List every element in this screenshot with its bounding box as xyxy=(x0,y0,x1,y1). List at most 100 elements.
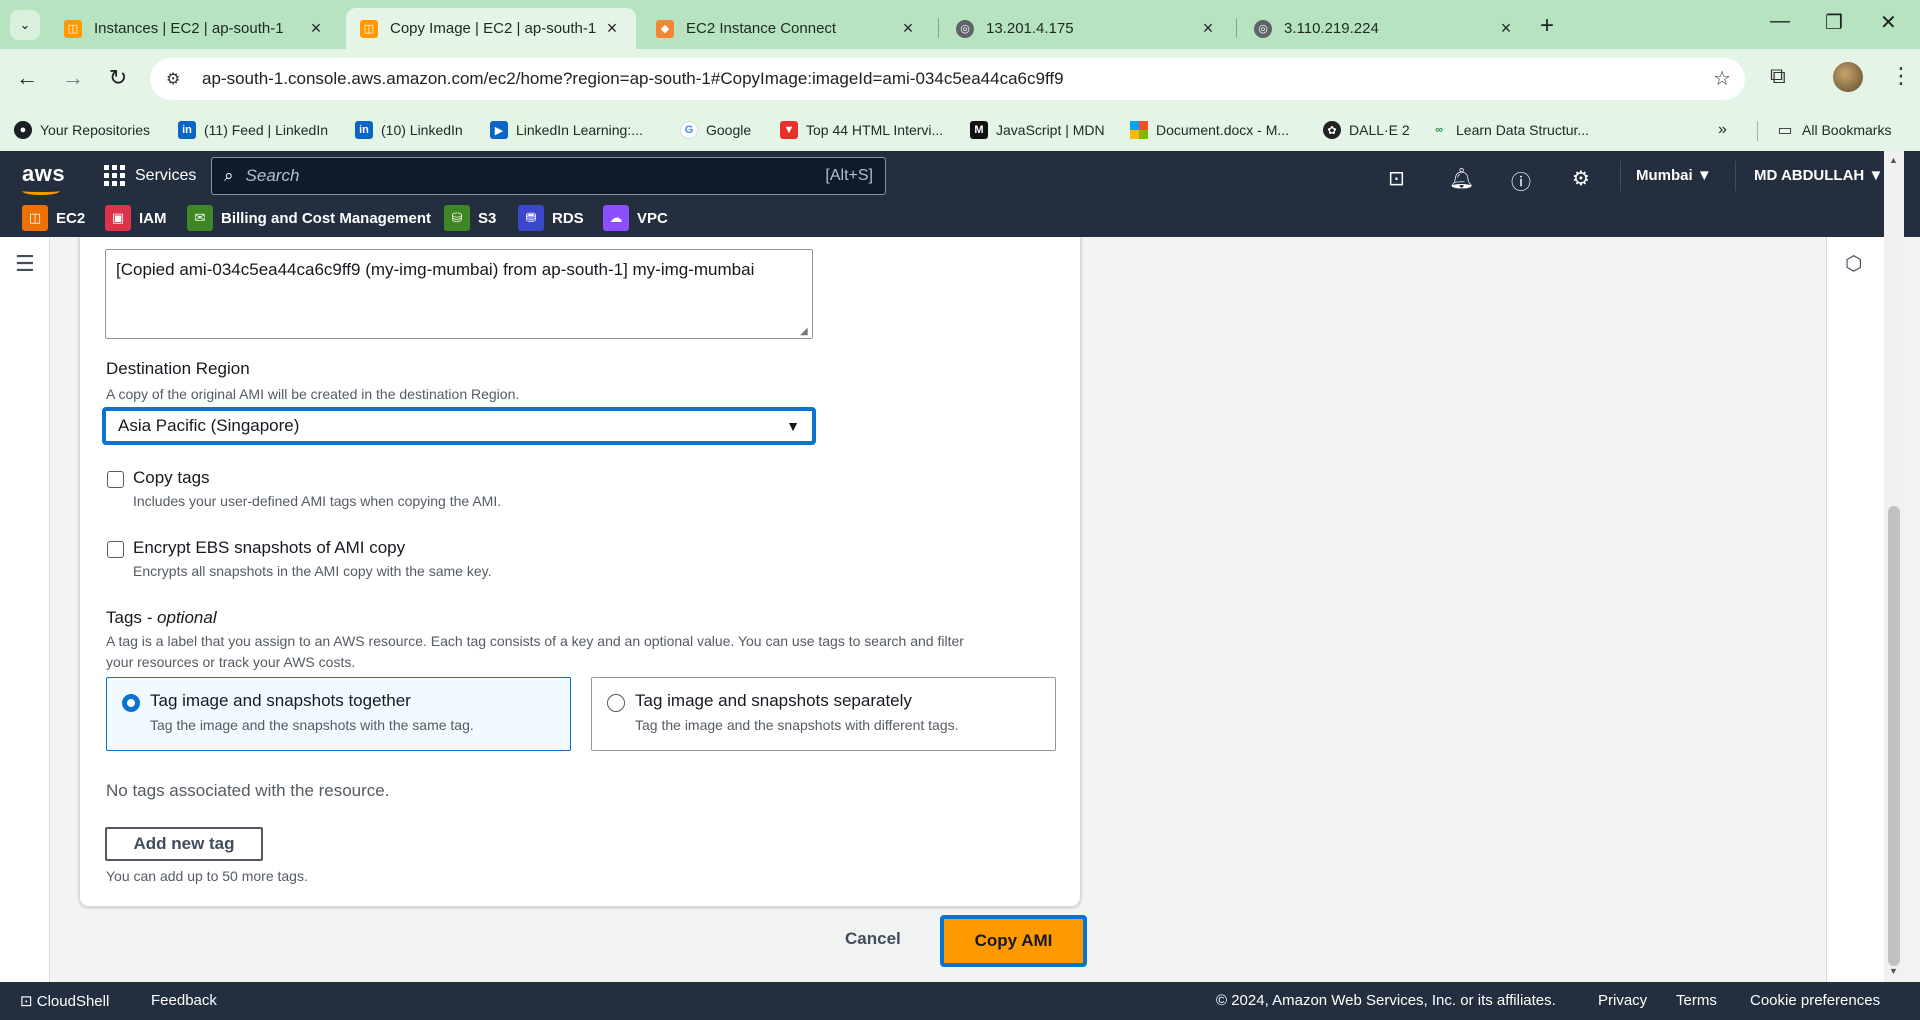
encrypt-snapshots-checkbox[interactable] xyxy=(107,541,124,558)
reload-icon[interactable]: ↻ xyxy=(103,65,133,91)
gfg-icon: ∞ xyxy=(1435,124,1443,136)
more-bookmarks-chevron-icon[interactable]: » xyxy=(1718,121,1727,139)
tab-search-button[interactable]: ⌄ xyxy=(10,10,40,40)
notifications-bell-icon[interactable]: 🔔︎ xyxy=(1449,166,1474,191)
iam-icon: ▣ xyxy=(105,205,131,231)
favorite-ec2[interactable]: ◫ EC2 xyxy=(22,205,85,231)
settings-gear-icon[interactable]: ⚙ xyxy=(1572,166,1590,191)
scrollbar-thumb[interactable] xyxy=(1888,506,1900,966)
feedback-link[interactable]: Feedback xyxy=(151,992,217,1009)
region-selector[interactable]: Mumbai ▼ xyxy=(1636,167,1712,184)
terminal-icon: ⊡ xyxy=(20,993,37,1010)
tools-info-icon[interactable]: ⬡ xyxy=(1845,251,1862,276)
site-info-icon[interactable]: ⚙ xyxy=(166,69,188,89)
chevron-down-icon: ⌄ xyxy=(19,17,31,32)
hamburger-menu-icon[interactable]: ☰ xyxy=(15,251,35,277)
back-arrow-icon[interactable]: ← xyxy=(12,65,42,91)
bookmark-item[interactable]: M JavaScript | MDN xyxy=(970,121,1105,139)
close-icon[interactable]: × xyxy=(1198,18,1218,39)
radio-tag-separately[interactable]: Tag image and snapshots separately Tag t… xyxy=(591,677,1056,751)
browser-menu-icon[interactable]: ⋮ xyxy=(1890,63,1912,89)
bookmark-star-icon[interactable]: ☆ xyxy=(1713,66,1731,91)
window-close-icon[interactable]: ✕ xyxy=(1880,10,1897,35)
favorite-billing[interactable]: ✉ Billing and Cost Management xyxy=(187,205,431,231)
destination-region-select[interactable]: Asia Pacific (Singapore) ▼ xyxy=(102,407,816,445)
aws-ec2-favicon-icon: ◫ xyxy=(360,19,378,38)
bookmark-item[interactable]: ▼ Top 44 HTML Intervi... xyxy=(780,121,943,139)
minimize-icon[interactable]: — xyxy=(1770,10,1790,33)
services-menu-button[interactable]: Services xyxy=(104,165,196,186)
all-bookmarks-button[interactable]: ▭ All Bookmarks xyxy=(1776,121,1891,139)
browser-tab[interactable]: ◫ Instances | EC2 | ap-south-1 × xyxy=(50,8,340,49)
aws-search-input[interactable] xyxy=(245,166,786,186)
radio-button-selected[interactable] xyxy=(122,694,140,712)
scroll-down-icon[interactable]: ▼ xyxy=(1889,966,1898,976)
destination-region-value: Asia Pacific (Singapore) xyxy=(118,416,300,435)
favorite-s3[interactable]: ⛁ S3 xyxy=(444,205,496,231)
favorite-iam[interactable]: ▣ IAM xyxy=(105,205,167,231)
bookmark-item[interactable]: ▶ LinkedIn Learning:... xyxy=(490,121,643,139)
bookmark-item[interactable]: in (10) LinkedIn xyxy=(355,121,463,139)
terms-link[interactable]: Terms xyxy=(1676,992,1717,1009)
bookmark-item[interactable]: ● Your Repositories xyxy=(14,121,150,139)
cloudshell-button[interactable]: ⊡ CloudShell xyxy=(20,992,109,1010)
resize-handle-icon[interactable]: ◢ xyxy=(800,326,808,337)
profile-avatar[interactable] xyxy=(1833,62,1863,92)
cloudshell-terminal-icon[interactable]: ⊡ xyxy=(1388,166,1405,191)
browser-tab[interactable]: ◎ 13.201.4.175 × xyxy=(942,8,1232,49)
billing-icon: ✉ xyxy=(187,205,213,231)
aws-smile-icon xyxy=(22,187,60,195)
v-icon: ▼ xyxy=(780,121,798,139)
privacy-link[interactable]: Privacy xyxy=(1598,992,1647,1009)
console-footer: ⊡ CloudShell Feedback © 2024, Amazon Web… xyxy=(0,982,1920,1020)
search-icon: ⌕ xyxy=(224,166,234,185)
bookmark-item[interactable]: G Google xyxy=(680,121,751,139)
restore-icon[interactable]: ❐ xyxy=(1825,10,1843,35)
close-icon[interactable]: × xyxy=(602,18,622,39)
help-icon[interactable]: ⓘ xyxy=(1511,166,1531,195)
bookmark-item[interactable]: in (11) Feed | LinkedIn xyxy=(178,121,328,139)
scroll-up-icon[interactable]: ▲ xyxy=(1889,155,1898,165)
add-new-tag-button[interactable]: Add new tag xyxy=(105,827,263,861)
aws-logo[interactable]: aws xyxy=(22,161,65,195)
copy-ami-button[interactable]: Copy AMI xyxy=(940,915,1087,967)
close-icon[interactable]: × xyxy=(306,18,326,39)
browser-toolbar: ← → ↻ ⚙ ap-south-1.console.aws.amazon.co… xyxy=(0,49,1920,109)
cancel-button[interactable]: Cancel xyxy=(845,929,901,949)
url-text: ap-south-1.console.aws.amazon.com/ec2/ho… xyxy=(202,69,1064,88)
aws-search-box[interactable]: ⌕ [Alt+S] xyxy=(211,157,886,195)
cookie-preferences-link[interactable]: Cookie preferences xyxy=(1750,992,1880,1009)
new-tab-plus-icon[interactable]: + xyxy=(1540,12,1554,40)
tags-heading: Tags - optional xyxy=(106,608,217,627)
browser-tab[interactable]: ◆ EC2 Instance Connect × xyxy=(642,8,932,49)
extensions-puzzle-icon[interactable]: ⧉ xyxy=(1770,63,1786,89)
tags-limit-text: You can add up to 50 more tags. xyxy=(106,868,308,884)
bookmark-item[interactable]: ✿ DALL·E 2 xyxy=(1323,121,1410,139)
ec2-icon: ◫ xyxy=(22,205,48,231)
caret-down-icon: ▼ xyxy=(1696,167,1712,184)
radio-tag-together[interactable]: Tag image and snapshots together Tag the… xyxy=(106,677,571,751)
close-icon[interactable]: × xyxy=(898,18,918,39)
account-menu[interactable]: MD ABDULLAH ▼ xyxy=(1754,167,1883,184)
browser-tab[interactable]: ◎ 3.110.219.224 × xyxy=(1240,8,1530,49)
forward-arrow-icon[interactable]: → xyxy=(58,65,88,91)
bookmark-item[interactable]: ∞ Learn Data Structur... xyxy=(1430,121,1589,139)
play-icon: ▶ xyxy=(490,121,508,139)
favorite-vpc[interactable]: ☁ VPC xyxy=(603,205,668,231)
copy-tags-checkbox[interactable] xyxy=(107,471,124,488)
address-bar[interactable]: ⚙ ap-south-1.console.aws.amazon.com/ec2/… xyxy=(150,58,1745,100)
side-navigation-rail: ☰ xyxy=(0,237,50,982)
linkedin-icon: in xyxy=(355,121,373,139)
bookmark-item[interactable]: Document.docx - M... xyxy=(1130,121,1289,139)
google-icon: G xyxy=(680,121,698,139)
radio-button[interactable] xyxy=(607,694,625,712)
favorite-rds[interactable]: ⛃ RDS xyxy=(518,205,584,231)
caret-down-icon: ▼ xyxy=(1868,167,1884,184)
ami-description-textarea[interactable]: [Copied ami-034c5ea44ca6c9ff9 (my-img-mu… xyxy=(105,249,813,339)
browser-tab-active[interactable]: ◫ Copy Image | EC2 | ap-south-1 × xyxy=(346,8,636,49)
form-actions: Cancel Copy AMI xyxy=(0,915,1100,975)
favorites-bar: ◫ EC2 ▣ IAM ✉ Billing and Cost Managemen… xyxy=(0,201,1920,237)
copyright-text: © 2024, Amazon Web Services, Inc. or its… xyxy=(1216,992,1556,1009)
close-icon[interactable]: × xyxy=(1496,18,1516,39)
page-scrollbar[interactable]: ▲ ▼ xyxy=(1884,151,1904,982)
